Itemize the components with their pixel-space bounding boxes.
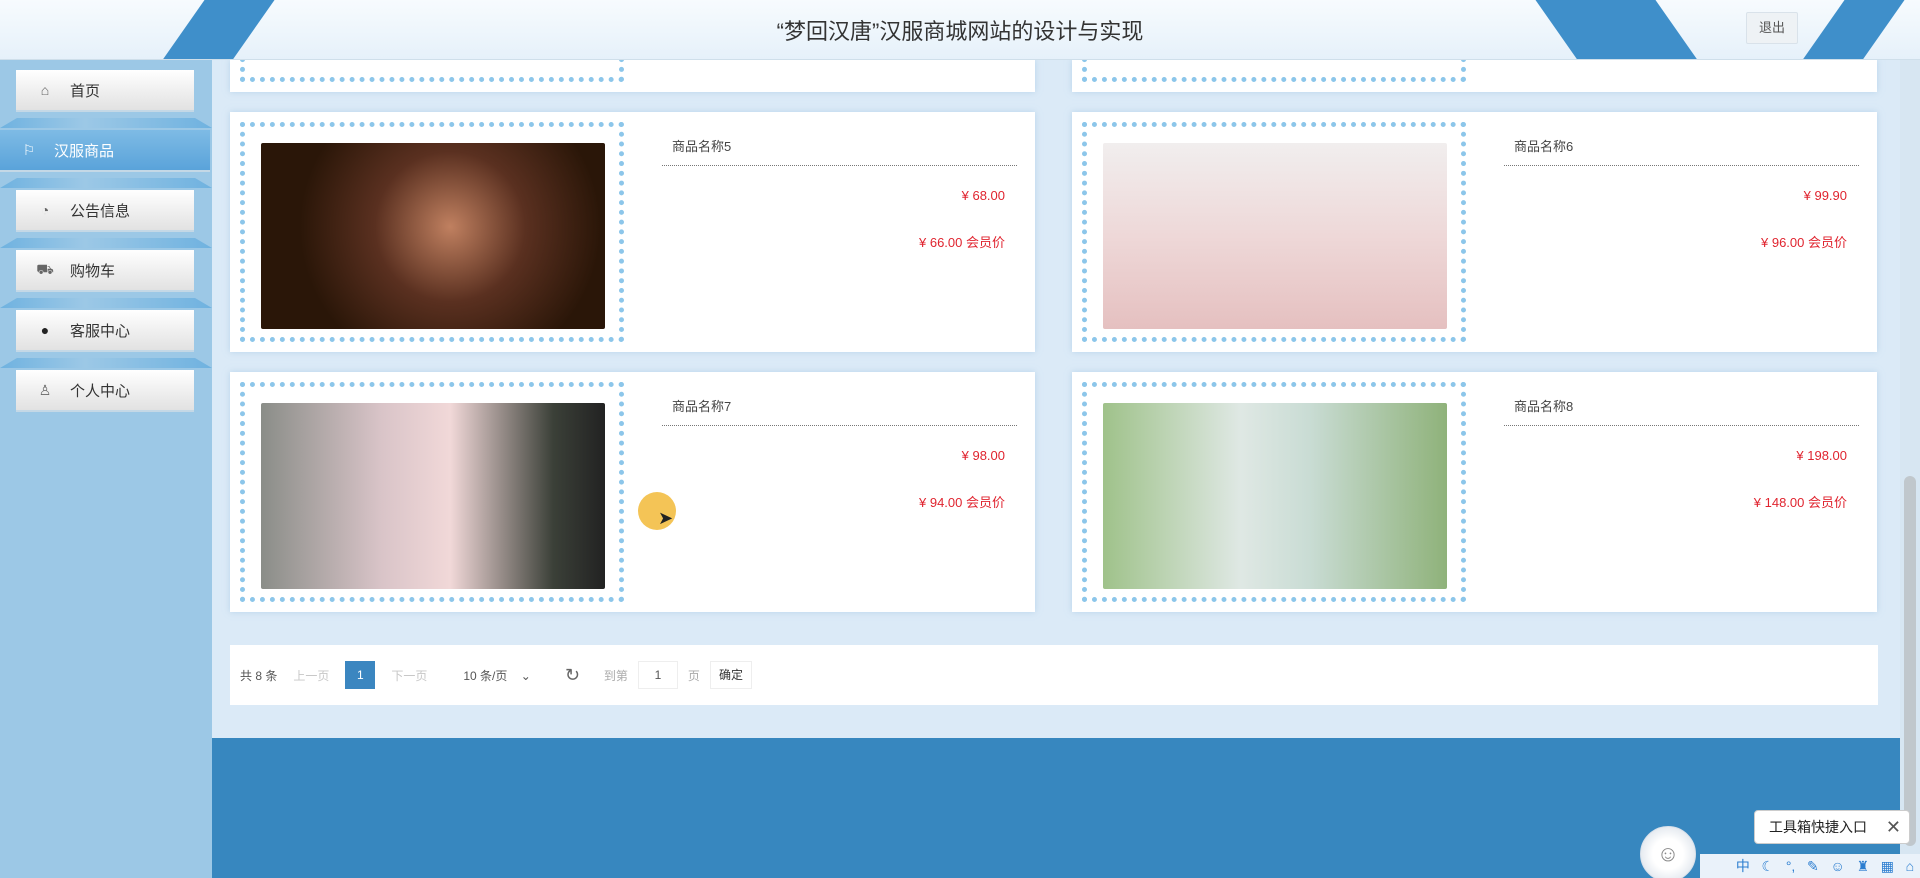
nav-divider	[0, 358, 212, 368]
sidebar-item-label: 购物车	[70, 262, 116, 280]
home-icon: ⌂	[40, 82, 50, 98]
member-price: ¥ 94.00 会员价	[919, 495, 1005, 510]
sidebar: ⌂ 首页 ⚐ 汉服商品 ◔ 公告信息 ⛟ 购物车 ● 客服中心 ♙ 个人中心	[0, 60, 212, 878]
chevron-down-icon: ⌄	[520, 668, 531, 683]
product-card[interactable]: 商品名称7 ¥ 98.00 ¥ 94.00 会员价	[230, 372, 1035, 612]
close-icon[interactable]: ✕	[1886, 817, 1901, 838]
nav-divider	[0, 178, 212, 188]
sidebar-item-hanfu-products[interactable]: ⚐ 汉服商品	[0, 118, 212, 172]
product-name[interactable]: 商品名称8	[1504, 396, 1859, 426]
gauge-icon: ◔	[40, 202, 50, 218]
image-frame	[240, 122, 624, 342]
goto-confirm-button[interactable]: 确定	[709, 661, 752, 689]
scrollbar-thumb[interactable]	[1904, 476, 1916, 846]
member-price: ¥ 66.00 会员价	[919, 235, 1005, 250]
product-price: ¥ 198.00	[1796, 448, 1847, 463]
main-content: 商品名称5 ¥ 68.00 ¥ 66.00 会员价 商品名称6 ¥ 99.90 …	[212, 0, 1900, 740]
sidebar-item-label: 公告信息	[70, 202, 131, 220]
sidebar-item-service[interactable]: ● 客服中心	[0, 298, 212, 352]
product-card[interactable]: 商品名称6 ¥ 99.90 ¥ 96.00 会员价	[1072, 112, 1877, 352]
page-title: “梦回汉唐”汉服商城网站的设计与实现	[776, 19, 1144, 44]
header: “梦回汉唐”汉服商城网站的设计与实现 退出	[0, 0, 1920, 60]
toolbox-shortcut[interactable]: 工具箱快捷入口 ✕	[1754, 810, 1910, 844]
lock-icon[interactable]: ⌂	[1906, 858, 1914, 874]
sidebar-item-cart[interactable]: ⛟ 购物车	[0, 238, 212, 292]
user-icon: ♙	[38, 381, 52, 398]
page-unit-label: 页	[687, 668, 700, 683]
sidebar-item-label: 客服中心	[70, 322, 131, 340]
product-card[interactable]: 商品名称8 ¥ 198.00 ¥ 148.00 会员价	[1072, 372, 1877, 612]
page-size-label: 10 条/页	[463, 668, 508, 683]
product-name[interactable]: 商品名称5	[662, 136, 1017, 166]
member-price: ¥ 148.00 会员价	[1753, 495, 1847, 510]
moon-icon[interactable]: ☾	[1762, 858, 1775, 875]
product-image[interactable]	[1103, 403, 1447, 589]
flag-icon: ⚐	[22, 141, 36, 158]
punctuation-icon[interactable]: °,	[1786, 858, 1796, 874]
sidebar-item-label: 汉服商品	[54, 142, 115, 160]
logout-button[interactable]: 退出	[1746, 12, 1798, 44]
grid-icon[interactable]: ▦	[1881, 858, 1894, 875]
nav-divider	[0, 238, 212, 248]
sidebar-item-home[interactable]: ⌂ 首页	[0, 66, 212, 112]
prev-page-button[interactable]: 上一页	[287, 667, 335, 684]
chat-icon: ●	[40, 322, 50, 338]
goto-page-input[interactable]: 1	[637, 661, 678, 689]
product-name[interactable]: 商品名称6	[1504, 136, 1859, 166]
nav-divider	[0, 298, 212, 308]
sidebar-item-label: 个人中心	[70, 382, 131, 400]
image-frame	[1082, 122, 1466, 342]
product-name[interactable]: 商品名称7	[662, 396, 1017, 426]
page-size-select[interactable]: 10 条/页 ⌄	[463, 667, 540, 684]
cursor-arrow-icon: ➤	[658, 508, 674, 528]
assistant-robot-icon[interactable]: ☺	[1640, 826, 1696, 878]
product-price: ¥ 98.00	[961, 448, 1005, 463]
next-page-button[interactable]: 下一页	[385, 667, 433, 684]
wrench-icon[interactable]: ✎	[1807, 858, 1819, 875]
nav-divider	[0, 118, 212, 128]
product-card[interactable]: 商品名称5 ¥ 68.00 ¥ 66.00 会员价	[230, 112, 1035, 352]
pagination: 共 8 条 上一页 1 下一页 10 条/页 ⌄ ↻ 到第 1 页 确定	[230, 645, 1878, 705]
ime-toolbar: 中 ☾ °, ✎ ☺ ♜ ▦ ⌂	[1700, 854, 1920, 878]
sidebar-item-announcements[interactable]: ◔ 公告信息	[0, 178, 212, 232]
product-price: ¥ 99.90	[1803, 188, 1847, 203]
total-count: 共 8 条	[240, 668, 278, 683]
emoji-icon[interactable]: ☺	[1830, 858, 1844, 874]
toolbox-label: 工具箱快捷入口	[1769, 819, 1867, 835]
product-card-partial[interactable]	[230, 0, 1035, 92]
image-frame	[240, 382, 624, 602]
refresh-icon[interactable]: ↻	[565, 665, 580, 686]
product-image[interactable]	[1103, 143, 1447, 329]
product-price: ¥ 68.00	[961, 188, 1005, 203]
product-image[interactable]	[261, 143, 605, 329]
goto-label: 到第	[603, 668, 628, 683]
ime-lang-indicator[interactable]: 中	[1736, 856, 1750, 876]
sidebar-item-label: 首页	[70, 82, 101, 100]
sidebar-item-profile[interactable]: ♙ 个人中心	[0, 358, 212, 412]
product-card-partial[interactable]	[1072, 0, 1877, 92]
product-image[interactable]	[261, 403, 605, 589]
member-price: ¥ 96.00 会员价	[1761, 235, 1847, 250]
page-number-current[interactable]: 1	[345, 661, 376, 689]
shirt-icon[interactable]: ♜	[1856, 858, 1869, 875]
image-frame	[1082, 382, 1466, 602]
cart-icon: ⛟	[36, 260, 54, 277]
